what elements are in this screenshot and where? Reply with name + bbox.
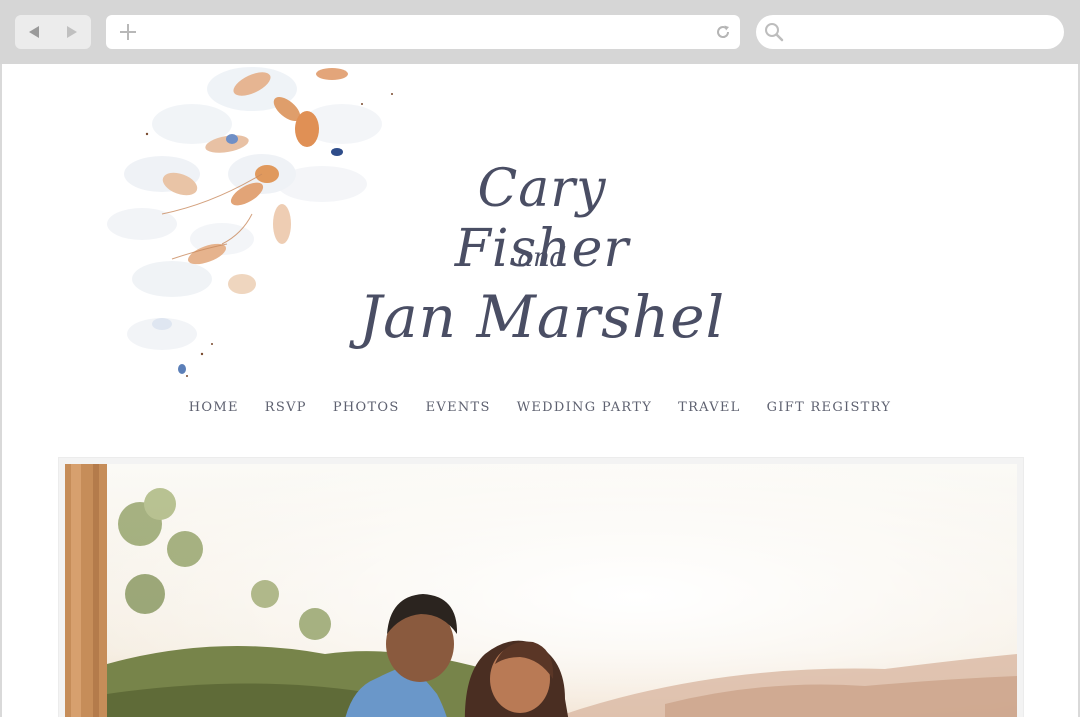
browser-chrome xyxy=(0,0,1080,64)
nav-gift-registry[interactable]: GIFT REGISTRY xyxy=(767,400,892,415)
reload-icon[interactable] xyxy=(714,23,732,41)
nav-photos[interactable]: PHOTOS xyxy=(333,400,400,415)
forward-arrow-icon xyxy=(67,26,77,38)
nav-wedding-party[interactable]: WEDDING PARTY xyxy=(517,400,652,415)
address-bar[interactable] xyxy=(106,15,740,49)
back-button[interactable] xyxy=(15,15,53,49)
search-bar[interactable] xyxy=(756,15,1064,49)
conjunction-text: and xyxy=(517,243,567,273)
nav-rsvp[interactable]: RSVP xyxy=(265,400,307,415)
couple-hero-photo xyxy=(65,464,1017,717)
main-navigation: HOME RSVP PHOTOS EVENTS WEDDING PARTY TR… xyxy=(2,400,1078,415)
second-partner-name: Jan Marshel xyxy=(358,283,726,351)
nav-travel[interactable]: TRAVEL xyxy=(678,400,741,415)
hero-photo-frame xyxy=(58,457,1024,717)
search-icon xyxy=(765,23,784,42)
history-buttons xyxy=(15,15,91,49)
back-arrow-icon xyxy=(29,26,39,38)
forward-button[interactable] xyxy=(53,15,91,49)
nav-home[interactable]: HOME xyxy=(189,400,239,415)
nav-events[interactable]: EVENTS xyxy=(426,400,491,415)
plus-icon[interactable] xyxy=(120,24,136,40)
wedding-website-page: Cary Fisher and Jan Marshel HOME RSVP PH… xyxy=(2,64,1078,717)
